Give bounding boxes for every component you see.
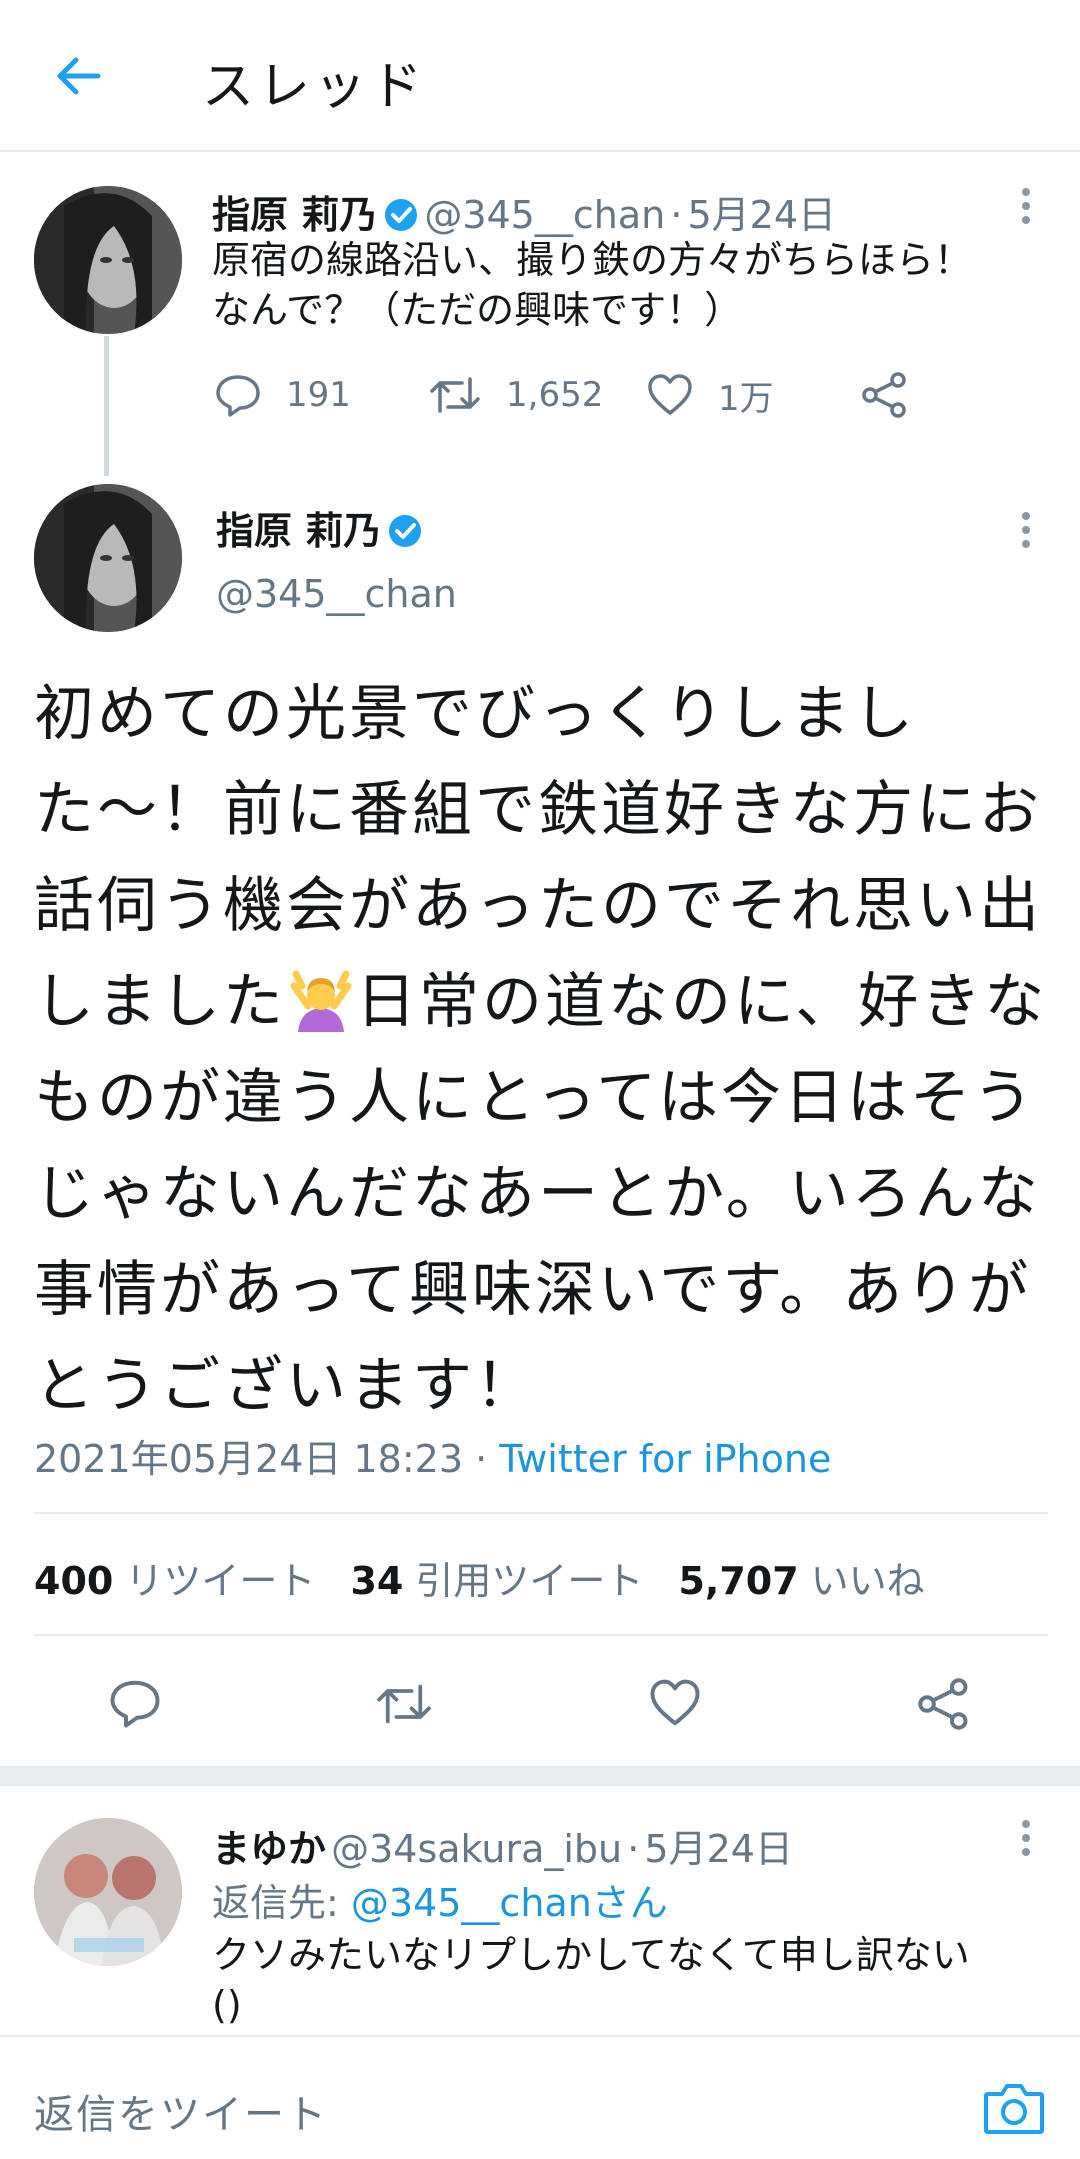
reply-action[interactable]: 191 xyxy=(214,370,351,420)
tweet-text-line: 原宿の線路沿い、撮り鉄の方々がちらほら！ xyxy=(212,238,973,282)
retweet-action[interactable]: 1,652 xyxy=(428,370,603,420)
retweet-count: 1,652 xyxy=(506,375,604,415)
engagement-stats: 400 リツイート 34 引用ツイート 5,707 いいね xyxy=(34,1550,925,1605)
more-options-icon[interactable] xyxy=(1016,1818,1036,1858)
divider xyxy=(34,1634,1048,1636)
replying-to-handle[interactable]: @345__chanさん xyxy=(351,1881,668,1925)
tweet-text-line: なんで？（ただの興味です！） xyxy=(212,288,743,332)
user-handle[interactable]: @345__chan xyxy=(216,572,457,616)
like-count: 1万 xyxy=(718,378,774,419)
tweet-text-line: クソみたいなリプしかしてなくて申し訳ない xyxy=(212,1933,970,1977)
display-name[interactable]: 指原 莉乃 xyxy=(212,193,377,237)
more-options-icon[interactable] xyxy=(1016,186,1036,226)
reply-count: 191 xyxy=(286,375,351,415)
tweet-source-link[interactable]: Twitter for iPhone xyxy=(499,1437,831,1481)
tweet-header: まゆか @34sakura_ibu · 5月24日 xyxy=(212,1818,793,1873)
display-name[interactable]: 指原 莉乃 xyxy=(216,509,381,553)
back-arrow-icon[interactable] xyxy=(48,46,108,106)
verified-badge-icon xyxy=(385,199,418,231)
tweet-date[interactable]: 5月24日 xyxy=(688,193,837,237)
reply-icon[interactable] xyxy=(108,1676,162,1730)
tweet-text: クソみたいなリプしかしてなくて申し訳ない () xyxy=(212,1930,1062,2030)
main-tweet-author: 指原 莉乃 xyxy=(216,500,423,555)
tweet-text-line: () xyxy=(212,1983,242,2027)
reply-icon xyxy=(216,375,260,417)
verified-badge-icon xyxy=(389,515,422,547)
meta-separator: · xyxy=(475,1437,488,1481)
more-options-icon[interactable] xyxy=(1016,510,1036,550)
avatar[interactable] xyxy=(34,186,182,334)
user-handle[interactable]: @345__chan xyxy=(424,193,665,237)
retweet-stat[interactable]: 400 リツイート xyxy=(34,1559,315,1603)
raising-hands-emoji-icon xyxy=(290,970,352,1032)
replying-to: 返信先: @345__chanさん xyxy=(212,1872,668,1927)
reply-input-placeholder[interactable]: 返信をツイート xyxy=(34,2082,328,2140)
replying-to-label: 返信先: xyxy=(212,1881,339,1925)
tweet-date[interactable]: 5月24日 xyxy=(644,1827,793,1871)
heart-icon xyxy=(648,374,692,415)
quote-stat-count: 34 xyxy=(350,1559,404,1603)
section-separator xyxy=(0,1766,1080,1786)
share-icon[interactable] xyxy=(862,372,908,418)
retweet-stat-count: 400 xyxy=(34,1559,114,1603)
quote-stat[interactable]: 34 引用ツイート xyxy=(350,1559,643,1603)
retweet-icon xyxy=(430,377,480,413)
like-stat[interactable]: 5,707 いいね xyxy=(678,1559,924,1603)
tweet-timestamp[interactable]: 2021年05月24日 18:23 xyxy=(34,1437,463,1481)
tweet-header: 指原 莉乃 @345__chan · 5月24日 xyxy=(212,184,836,239)
heart-icon[interactable] xyxy=(648,1676,702,1730)
tweet-timestamp-row: 2021年05月24日 18:23 · Twitter for iPhone xyxy=(34,1428,831,1483)
page-title: スレッド xyxy=(202,57,427,117)
share-icon[interactable] xyxy=(918,1678,970,1730)
main-tweet-text: 初めての光景でびっくりしました〜！前に番組で鉄道好きな方にお話伺う機会があったの… xyxy=(34,666,1054,1434)
meta-separator: · xyxy=(670,193,683,237)
like-action[interactable]: 1万 xyxy=(646,370,774,420)
display-name[interactable]: まゆか xyxy=(212,1827,326,1871)
avatar[interactable] xyxy=(34,484,182,632)
quote-stat-label: 引用ツイート xyxy=(415,1559,644,1603)
thread-connector xyxy=(104,336,109,476)
top-app-bar xyxy=(0,0,1080,152)
meta-separator: · xyxy=(627,1827,640,1871)
avatar[interactable] xyxy=(34,1818,182,1966)
camera-icon[interactable] xyxy=(982,2080,1046,2136)
retweet-icon[interactable] xyxy=(374,1678,434,1730)
like-stat-count: 5,707 xyxy=(678,1559,799,1603)
divider xyxy=(34,1512,1048,1514)
tweet-text: 原宿の線路沿い、撮り鉄の方々がちらほら！ なんで？（ただの興味です！） xyxy=(212,235,1052,335)
user-handle[interactable]: @34sakura_ibu xyxy=(331,1827,622,1871)
like-stat-label: いいね xyxy=(810,1559,925,1603)
retweet-stat-label: リツイート xyxy=(125,1559,316,1603)
